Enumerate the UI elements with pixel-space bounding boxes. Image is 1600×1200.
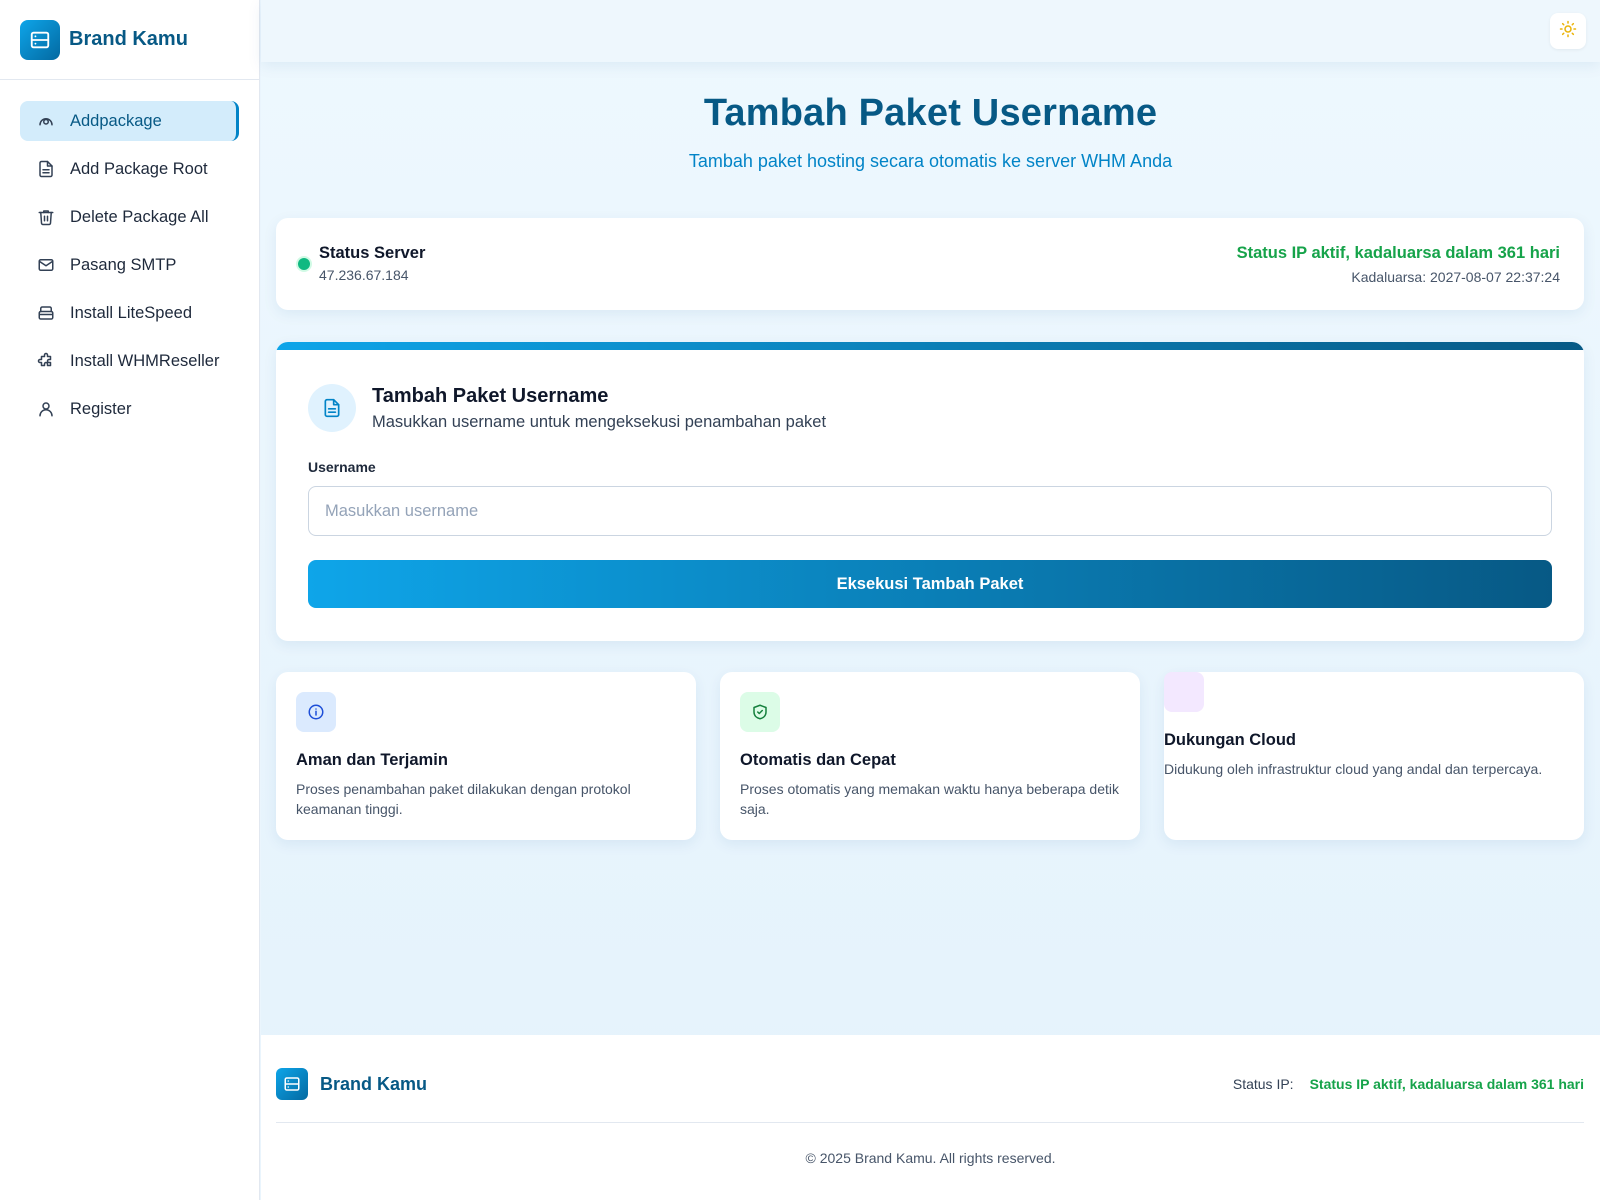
execute-add-package-button[interactable]: Eksekusi Tambah Paket [308, 560, 1552, 608]
copyright: © 2025 Brand Kamu. All rights reserved. [805, 1150, 1056, 1166]
form-subtitle: Masukkan username untuk mengeksekusi pen… [372, 413, 827, 431]
server-icon [276, 1068, 308, 1100]
trash-icon [36, 207, 56, 227]
hero: Tambah Paket Username Tambah paket hosti… [261, 62, 1600, 172]
username-label: Username [308, 459, 376, 475]
feature-description: Didukung oleh infrastruktur cloud yang a… [1164, 761, 1543, 777]
sidebar-item-delete-package-all[interactable]: Delete Package All [20, 197, 239, 237]
footer: Brand Kamu Status IP: Status IP aktif, k… [261, 1035, 1600, 1200]
feature-card-cloud: Dukungan Cloud Didukung oleh infrastrukt… [1164, 672, 1584, 840]
puzzle-icon [36, 351, 56, 371]
card-accent-bar [276, 342, 1584, 350]
sidebar-item-pasang-smtp[interactable]: Pasang SMTP [20, 245, 239, 285]
status-expiry: Kadaluarsa: 2027-08-07 22:37:24 [1351, 269, 1560, 285]
sidebar-item-label: Pasang SMTP [70, 255, 177, 274]
page-subtitle: Tambah paket hosting secara otomatis ke … [688, 151, 1173, 171]
feature-card-secure: Aman dan Terjamin Proses penambahan pake… [276, 672, 696, 840]
mail-icon [36, 255, 56, 275]
footer-brand-name: Brand Kamu [320, 1073, 428, 1094]
sidebar-item-label: Delete Package All [70, 207, 209, 226]
main-content: Tambah Paket Username Tambah paket hosti… [261, 0, 1600, 1200]
document-icon [308, 384, 356, 432]
sidebar-nav: Addpackage Add Package Root Delete Packa… [0, 80, 259, 429]
footer-status-value: Status IP aktif, kadaluarsa dalam 361 ha… [1309, 1076, 1584, 1092]
sidebar-item-label: Addpackage [70, 111, 162, 130]
server-icon [36, 303, 56, 323]
feature-description: Proses otomatis yang memakan waktu hanya… [740, 781, 1119, 817]
sun-icon [1559, 20, 1577, 43]
status-indicator [298, 258, 310, 270]
brand-name: Brand Kamu [69, 28, 188, 50]
sidebar-item-install-litespeed[interactable]: Install LiteSpeed [20, 293, 239, 333]
add-package-form-card: Tambah Paket Username Masukkan username … [276, 342, 1584, 641]
sidebar-item-addpackage[interactable]: Addpackage [20, 101, 239, 141]
status-active-text: Status IP aktif, kadaluarsa dalam 361 ha… [1236, 244, 1560, 262]
cloud-icon [1164, 672, 1204, 712]
file-icon [36, 159, 56, 179]
sidebar-item-label: Register [70, 399, 132, 418]
sidebar-item-register[interactable]: Register [20, 389, 239, 429]
topbar [261, 0, 1600, 62]
info-icon [296, 692, 336, 732]
gauge-icon [36, 111, 56, 131]
status-details: Status IP aktif, kadaluarsa dalam 361 ha… [1237, 244, 1560, 285]
sidebar: Brand Kamu Addpackage Add Package Root D… [0, 0, 260, 1200]
feature-description: Proses penambahan paket dilakukan dengan… [296, 781, 631, 817]
feature-title: Aman dan Terjamin [296, 751, 448, 769]
feature-title: Otomatis dan Cepat [740, 751, 896, 769]
sidebar-item-label: Add Package Root [70, 159, 208, 178]
footer-status: Status IP: Status IP aktif, kadaluarsa d… [1233, 1076, 1584, 1092]
sidebar-item-label: Install LiteSpeed [70, 303, 193, 322]
footer-divider [276, 1122, 1584, 1123]
server-status-card: Status Server 47.236.67.184 Status IP ak… [276, 218, 1584, 310]
footer-brand[interactable]: Brand Kamu [276, 1068, 427, 1100]
brand[interactable]: Brand Kamu [0, 0, 259, 80]
footer-status-label: Status IP: [1232, 1076, 1294, 1092]
server-icon [20, 19, 60, 60]
server-ip: 47.236.67.184 [319, 267, 409, 283]
sidebar-item-label: Install WHMReseller [70, 351, 220, 370]
user-icon [36, 399, 56, 419]
theme-toggle-button[interactable] [1550, 13, 1586, 49]
sidebar-item-add-package-root[interactable]: Add Package Root [20, 149, 239, 189]
status-title: Status Server [319, 244, 426, 262]
shield-check-icon [740, 692, 780, 732]
feature-card-automatic: Otomatis dan Cepat Proses otomatis yang … [720, 672, 1140, 840]
sidebar-item-install-whmreseller[interactable]: Install WHMReseller [20, 341, 239, 381]
username-input[interactable] [308, 486, 1552, 536]
feature-title: Dukungan Cloud [1164, 731, 1296, 749]
form-title: Tambah Paket Username [372, 385, 609, 407]
page-title: Tambah Paket Username [703, 92, 1158, 134]
